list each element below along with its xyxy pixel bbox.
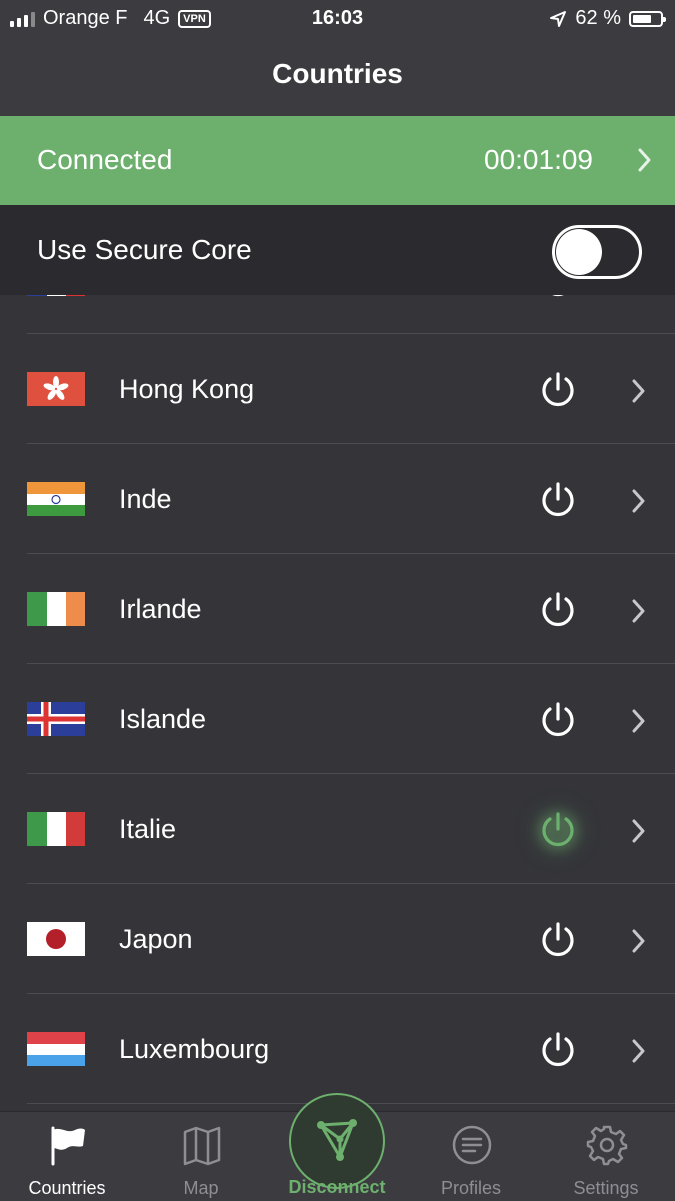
country-name: Italie xyxy=(119,814,177,844)
tab-label: Map xyxy=(183,1178,219,1198)
status-bar: Orange F 4G VPN 16:03 62 % xyxy=(0,0,675,38)
chevron-right-icon[interactable] xyxy=(631,708,647,734)
chevron-right-icon[interactable] xyxy=(631,488,647,514)
country-name: Irlande xyxy=(119,594,202,624)
profiles-icon xyxy=(452,1125,492,1165)
iceland-flag-icon xyxy=(27,702,85,736)
country-name: Hong Kong xyxy=(119,374,255,404)
tab-label: Countries xyxy=(28,1178,106,1198)
disconnect-label: Disconnect xyxy=(288,1177,386,1197)
power-icon[interactable] xyxy=(538,700,578,740)
list-item[interactable]: Italie xyxy=(0,774,675,884)
list-item[interactable]: Hong Kong xyxy=(0,334,675,444)
japan-flag-icon xyxy=(27,922,85,956)
chevron-right-icon[interactable] xyxy=(631,598,647,624)
flag-icon xyxy=(51,1126,85,1166)
power-icon[interactable] xyxy=(538,295,578,300)
tab-countries[interactable]: Countries xyxy=(2,1112,132,1201)
india-flag-icon xyxy=(27,482,85,516)
tab-label: Settings xyxy=(573,1178,639,1198)
connection-status: Connected xyxy=(37,144,173,175)
power-icon-active[interactable] xyxy=(538,810,578,850)
country-list[interactable]: Hong Kong Inde Irlande Islande Italie Ja… xyxy=(0,295,675,1111)
country-name: Islande xyxy=(119,704,207,734)
chevron-right-icon xyxy=(638,148,651,172)
country-name: Inde xyxy=(119,484,172,514)
list-item[interactable] xyxy=(0,295,675,334)
country-name: Japon xyxy=(119,924,193,954)
connection-duration: 00:01:09 xyxy=(484,144,593,175)
secure-core-label: Use Secure Core xyxy=(37,234,252,265)
connection-banner[interactable]: Connected 00:01:09 xyxy=(0,116,675,205)
map-icon xyxy=(183,1126,221,1166)
list-item[interactable]: Japon xyxy=(0,884,675,994)
hong-kong-flag-icon xyxy=(27,372,85,406)
disconnect-button[interactable] xyxy=(289,1093,385,1189)
secure-core-row: Use Secure Core xyxy=(0,205,675,295)
toggle-knob xyxy=(556,229,602,275)
list-item[interactable]: Irlande xyxy=(0,554,675,664)
power-icon[interactable] xyxy=(538,590,578,630)
tab-map[interactable]: Map xyxy=(136,1112,266,1201)
list-item[interactable]: Inde xyxy=(0,444,675,554)
power-icon[interactable] xyxy=(538,480,578,520)
battery-percent: 62 % xyxy=(575,7,621,29)
power-icon[interactable] xyxy=(538,370,578,410)
chevron-right-icon[interactable] xyxy=(631,1038,647,1064)
country-name: Luxembourg xyxy=(119,1034,270,1064)
chevron-right-icon[interactable] xyxy=(631,928,647,954)
chevron-right-icon[interactable] xyxy=(631,378,647,404)
luxembourg-flag-icon xyxy=(27,1032,85,1066)
ireland-flag-icon xyxy=(27,592,85,626)
tab-label: Profiles xyxy=(440,1178,502,1198)
location-arrow-icon xyxy=(550,10,567,27)
chevron-right-icon[interactable] xyxy=(631,818,647,844)
italy-flag-icon xyxy=(27,812,85,846)
page-title: Countries xyxy=(272,58,403,89)
france-flag-icon xyxy=(27,295,85,296)
list-item[interactable]: Luxembourg xyxy=(0,994,675,1104)
gear-icon xyxy=(586,1125,628,1166)
secure-core-toggle[interactable] xyxy=(552,225,642,279)
tab-settings[interactable]: Settings xyxy=(541,1112,671,1201)
power-icon[interactable] xyxy=(538,920,578,960)
disconnect-icon xyxy=(317,1119,357,1161)
battery-icon xyxy=(629,10,666,27)
tab-profiles[interactable]: Profiles xyxy=(406,1112,536,1201)
navigation-bar: Countries xyxy=(0,38,675,116)
list-item[interactable]: Islande xyxy=(0,664,675,774)
power-icon[interactable] xyxy=(538,1030,578,1070)
